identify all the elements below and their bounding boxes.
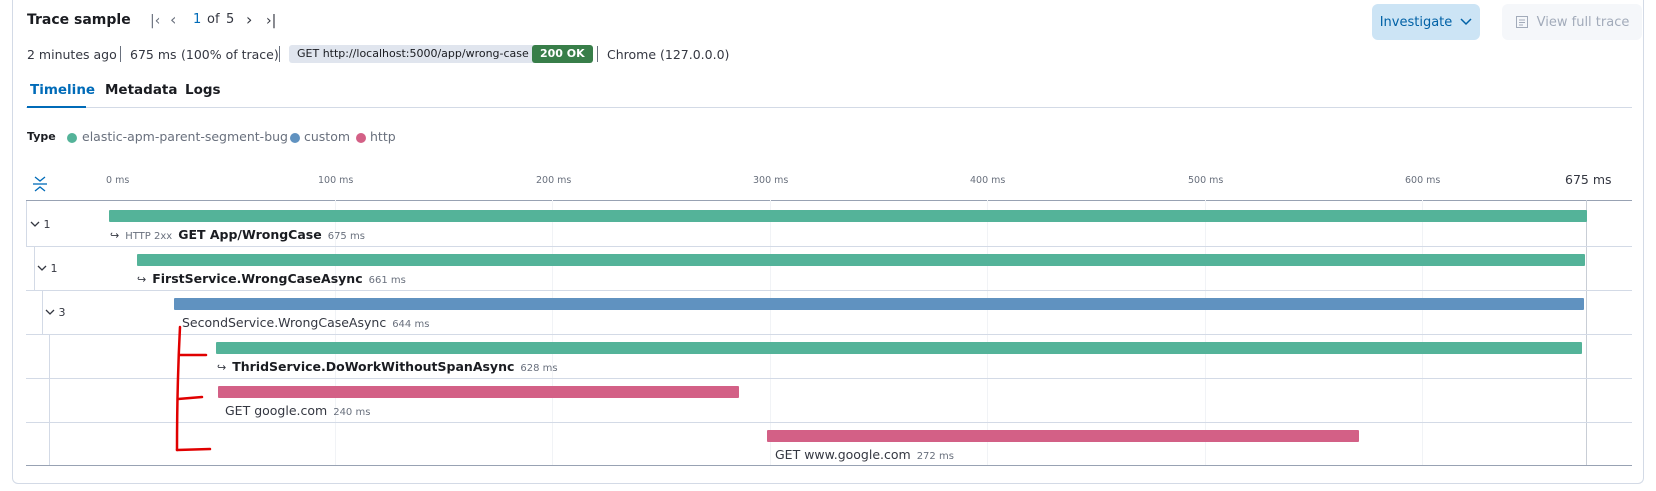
span-bar[interactable] [109,210,1587,222]
grid-line [987,200,988,465]
axis-end-label: 675 ms [1565,172,1612,187]
axis-tick: 600 ms [1405,175,1441,186]
separator [120,46,121,62]
row-toggle[interactable]: 1 [30,218,51,231]
tab-metadata[interactable]: Metadata [105,82,178,98]
span-bar[interactable] [174,298,1584,310]
axis-line [26,200,1632,201]
span-label[interactable]: ↪ FirstService.WrongCaseAsync 661 ms [137,271,406,286]
span-name: GET App/WrongCase [178,227,322,242]
axis-tick: 300 ms [753,175,789,186]
tree-indent-line [34,246,35,290]
document-icon [1515,16,1528,28]
span-bar[interactable] [137,254,1585,266]
request-url-badge: GET http://localhost:5000/app/wrong-case [289,45,537,63]
child-count: 3 [58,306,66,319]
trace-age: 2 minutes ago [27,47,117,62]
row-toggle[interactable]: 3 [45,306,66,319]
red-annotation-bracket [175,325,212,452]
span-name: ThridService.DoWorkWithoutSpanAsync [232,359,515,374]
grid-line-end [1586,200,1587,465]
span-label[interactable]: ↪ HTTP 2xx GET App/WrongCase 675 ms [110,227,365,242]
panel-title: Trace sample [27,12,131,28]
percent-of-trace: (100% of trace) [181,47,279,62]
span-label[interactable]: GET www.google.com 272 ms [775,447,954,462]
chevron-down-icon [37,265,47,271]
span-label[interactable]: GET google.com 240 ms [225,403,370,418]
active-tab-indicator [27,106,86,108]
investigate-label: Investigate [1379,14,1453,30]
status-badge: 200 OK [532,45,593,63]
span-duration: 272 ms [916,451,954,462]
tree-indent-line [42,290,43,334]
span-bar[interactable] [218,386,739,398]
span-name: FirstService.WrongCaseAsync [152,271,363,286]
span-label[interactable]: ↪ ThridService.DoWorkWithoutSpanAsync 62… [217,359,558,374]
pager-current[interactable]: 1 [193,12,201,27]
row-toggle[interactable]: 1 [37,262,58,275]
span-duration: 240 ms [333,407,371,418]
axis-tick: 100 ms [318,175,354,186]
span-name: GET www.google.com [775,447,911,462]
axis-tick: 500 ms [1188,175,1224,186]
chevron-down-icon [1460,18,1472,26]
tree-indent-line [49,334,50,465]
next-page-icon[interactable]: › [246,11,252,29]
tabs-divider [26,107,1632,108]
timeline-bottom-border [26,465,1632,466]
investigate-button[interactable]: Investigate [1372,4,1480,40]
pager-of-label: of [207,12,220,27]
axis-tick: 400 ms [970,175,1006,186]
span-name: GET google.com [225,403,328,418]
transaction-icon: ↪ [137,273,147,286]
grid-line [770,200,771,465]
tab-logs[interactable]: Logs [185,82,221,98]
legend-swatch-parent-segment [67,133,77,143]
axis-tick: 200 ms [536,175,572,186]
row-divider [26,334,1632,335]
trace-duration: 675 ms [130,47,177,62]
previous-page-icon[interactable]: ‹ [170,11,176,29]
row-divider [26,290,1632,291]
view-full-trace-button[interactable]: View full trace [1502,4,1642,40]
separator [597,46,598,62]
last-page-icon[interactable]: ›| [266,12,276,30]
span-duration: 628 ms [520,363,558,374]
collapse-all-icon[interactable] [32,175,48,197]
row-divider [26,246,1632,247]
tree-indent-line [26,201,27,246]
grid-line [1422,200,1423,465]
pager-total: 5 [226,12,235,27]
child-count: 1 [50,262,58,275]
transaction-icon: ↪ [110,229,120,242]
span-duration: 675 ms [327,231,365,242]
legend-label-http: http [370,129,396,144]
user-agent: Chrome (127.0.0.0) [607,47,730,62]
child-count: 1 [43,218,51,231]
legend-title: Type [27,130,56,143]
legend-swatch-http [356,133,366,143]
status-tag: HTTP 2xx [125,231,173,242]
span-duration: 661 ms [368,275,406,286]
first-page-icon[interactable]: |‹ [150,12,160,30]
chevron-down-icon [45,309,55,315]
span-duration: 644 ms [392,319,430,330]
tab-timeline[interactable]: Timeline [30,82,95,98]
legend-label-custom: custom [304,129,351,144]
row-divider [26,422,1632,423]
span-bar[interactable] [216,342,1582,354]
row-divider [26,378,1632,379]
chevron-down-icon [30,221,40,227]
separator [279,46,280,62]
axis-tick: 0 ms [106,175,130,186]
span-bar[interactable] [767,430,1359,442]
grid-line [1205,200,1206,465]
view-full-trace-label: View full trace [1536,14,1630,30]
legend-label-parent-segment: elastic-apm-parent-segment-bug [82,129,288,144]
legend-swatch-custom [290,133,300,143]
grid-line [552,200,553,465]
